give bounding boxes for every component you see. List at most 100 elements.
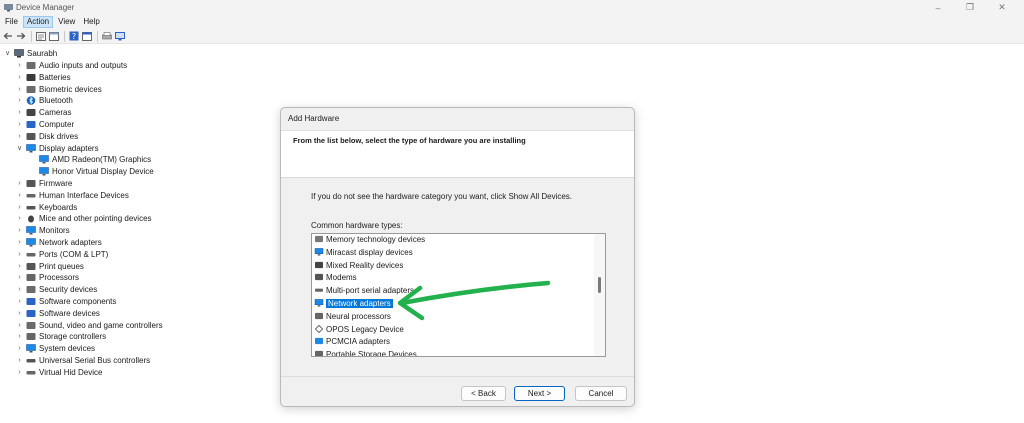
hardware-type-label: Neural processors [326, 311, 391, 321]
menu-file[interactable]: File [2, 16, 21, 28]
cancel-button[interactable]: Cancel [575, 386, 627, 401]
chevron-down-icon[interactable]: ∨ [16, 144, 23, 152]
chevron-right-icon[interactable]: › [16, 203, 23, 211]
hardware-type-item[interactable]: OPOS Legacy Device [314, 323, 404, 335]
monitor-icon [39, 154, 49, 163]
hardware-type-item[interactable]: Memory technology devices [314, 234, 425, 245]
close-button[interactable]: ✕ [986, 0, 1018, 15]
hardware-type-item[interactable]: Network adapters [314, 297, 393, 309]
print-button[interactable] [101, 30, 113, 42]
help-button[interactable]: ? [68, 30, 80, 42]
hardware-type-label: PCMCIA adapters [326, 336, 391, 346]
tree-category[interactable]: › Cameras [16, 106, 71, 118]
chevron-right-icon[interactable]: › [16, 191, 23, 199]
hardware-types-list[interactable]: Memory technology devices Miracast displa… [311, 233, 606, 357]
keyboard-icon [26, 205, 36, 209]
tree-category[interactable]: › Virtual Hid Device [16, 366, 102, 378]
next-button[interactable]: Next > [514, 386, 565, 401]
tree-category-label: Computer [39, 119, 75, 129]
tree-category-label: Security devices [39, 284, 98, 294]
tree-root[interactable]: ∨ Saurabh [4, 47, 57, 59]
chevron-right-icon[interactable]: › [16, 332, 23, 340]
minimize-button[interactable]: – [922, 0, 954, 15]
hardware-type-item[interactable]: PCMCIA adapters [314, 335, 390, 347]
hardware-type-item[interactable]: Multi-port serial adapters [314, 284, 414, 296]
chevron-right-icon[interactable]: › [16, 309, 23, 317]
scan-hardware-button[interactable] [114, 30, 126, 42]
modem-icon [315, 273, 323, 281]
show-hidden-button[interactable] [48, 30, 60, 42]
hardware-type-item[interactable]: Portable Storage Devices [314, 348, 417, 356]
tree-category[interactable]: › Network adapters [16, 236, 101, 248]
chevron-right-icon[interactable]: › [16, 132, 23, 140]
chevron-right-icon[interactable]: › [16, 214, 23, 222]
tree-category[interactable]: › Monitors [16, 224, 69, 236]
tree-device[interactable]: AMD Radeon(TM) Graphics [36, 153, 151, 165]
chevron-right-icon[interactable]: › [16, 321, 23, 329]
chevron-right-icon[interactable]: › [16, 85, 23, 93]
chevron-right-icon[interactable]: › [16, 108, 23, 116]
hardware-type-item[interactable]: Modems [314, 271, 357, 283]
tree-device[interactable]: Honor Virtual Display Device [36, 165, 154, 177]
tree-category[interactable]: › Batteries [16, 71, 70, 83]
chevron-down-icon[interactable]: ∨ [4, 49, 11, 57]
chevron-right-icon[interactable]: › [16, 344, 23, 352]
maximize-button[interactable]: ❐ [954, 0, 986, 15]
view-button[interactable] [81, 30, 93, 42]
chevron-right-icon[interactable]: › [16, 356, 23, 364]
hardware-type-item[interactable]: Miracast display devices [314, 246, 413, 258]
tree-category[interactable]: › Firmware [16, 177, 72, 189]
tree-category[interactable]: › Mice and other pointing devices [16, 212, 152, 224]
menu-action[interactable]: Action [22, 16, 54, 28]
chevron-right-icon[interactable]: › [16, 96, 23, 104]
fingerprint-icon [26, 85, 36, 93]
tree-category[interactable]: › Human Interface Devices [16, 189, 129, 201]
chevron-right-icon[interactable]: › [16, 226, 23, 234]
tree-category[interactable]: › Disk drives [16, 130, 78, 142]
hardware-type-label: Mixed Reality devices [326, 260, 404, 270]
chevron-right-icon[interactable]: › [16, 238, 23, 246]
computer-icon [26, 120, 36, 128]
chevron-right-icon[interactable]: › [16, 285, 23, 293]
hardware-type-item[interactable]: Neural processors [314, 310, 391, 322]
chevron-right-icon[interactable]: › [16, 250, 23, 258]
forward-arrow-icon [17, 32, 26, 40]
chevron-right-icon[interactable]: › [16, 368, 23, 376]
menu-help[interactable]: Help [80, 16, 102, 28]
chevron-right-icon[interactable]: › [16, 273, 23, 281]
chevron-right-icon[interactable]: › [16, 179, 23, 187]
camera-icon [26, 108, 36, 116]
tree-category[interactable]: › Processors [16, 271, 79, 283]
processor-icon [315, 312, 323, 320]
mouse-icon [28, 215, 34, 222]
tree-category[interactable]: › Software components [16, 295, 116, 307]
properties-button[interactable] [35, 30, 47, 42]
toolbar: ? [0, 29, 1024, 44]
tree-category[interactable]: › Ports (COM & LPT) [16, 248, 108, 260]
back-arrow-button[interactable] [2, 30, 14, 42]
tree-category[interactable]: › Software devices [16, 307, 100, 319]
chevron-right-icon[interactable]: › [16, 262, 23, 270]
storage-icon [26, 332, 36, 340]
tree-category[interactable]: › Storage controllers [16, 330, 106, 342]
tree-category[interactable]: › Audio inputs and outputs [16, 59, 127, 71]
back-button[interactable]: < Back [461, 386, 506, 401]
chevron-right-icon[interactable]: › [16, 73, 23, 81]
scroll-thumb[interactable] [598, 277, 601, 293]
tree-category-label: Mice and other pointing devices [39, 213, 152, 223]
tree-category[interactable]: › Security devices [16, 283, 97, 295]
list-scrollbar[interactable] [594, 234, 605, 356]
tree-category[interactable]: › Universal Serial Bus controllers [16, 354, 150, 366]
chevron-right-icon[interactable]: › [16, 297, 23, 305]
card-icon [315, 337, 323, 345]
chevron-right-icon[interactable]: › [16, 61, 23, 69]
tree-category[interactable]: › System devices [16, 342, 95, 354]
forward-arrow-button[interactable] [15, 30, 27, 42]
tree-category[interactable]: › Computer [16, 118, 74, 130]
chevron-right-icon[interactable]: › [16, 120, 23, 128]
menu-view[interactable]: View [55, 16, 78, 28]
speaker-icon [26, 321, 36, 329]
title-bar: Device Manager – ❐ ✕ [0, 0, 1024, 15]
hardware-type-item[interactable]: Mixed Reality devices [314, 259, 403, 271]
tree-category[interactable]: › Bluetooth [16, 94, 72, 106]
